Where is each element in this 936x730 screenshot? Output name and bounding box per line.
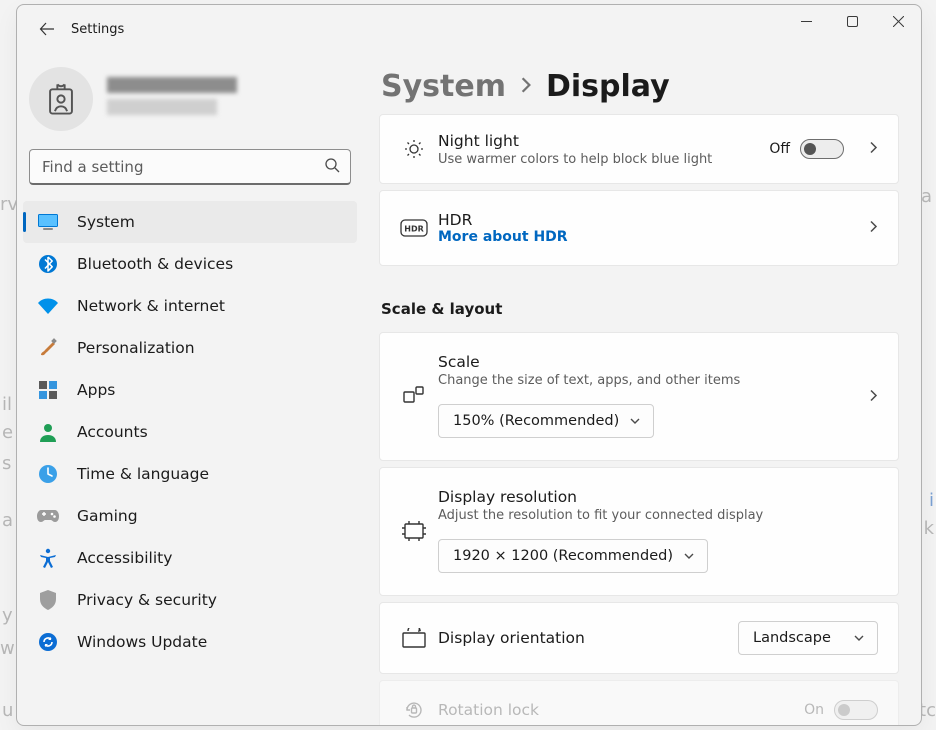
sidebar-item-label: System: [77, 213, 135, 231]
wifi-icon: [37, 295, 59, 317]
scale-icon: [392, 384, 436, 408]
search-icon: [324, 157, 340, 177]
breadcrumb: System Display: [381, 69, 899, 104]
night-light-state: Off: [769, 141, 790, 157]
update-icon: [37, 631, 59, 653]
window-title: Settings: [71, 22, 124, 37]
chevron-right-icon: [869, 219, 878, 238]
apps-icon: [37, 379, 59, 401]
back-button[interactable]: [29, 11, 65, 47]
sidebar-item-personalization[interactable]: Personalization: [23, 327, 357, 369]
orientation-dropdown[interactable]: Landscape: [738, 621, 878, 655]
search-input[interactable]: [42, 158, 324, 176]
avatar: [29, 67, 93, 131]
sidebar-item-bluetooth[interactable]: Bluetooth & devices: [23, 243, 357, 285]
chevron-right-icon: [869, 387, 878, 406]
orientation-value: Landscape: [753, 630, 831, 646]
night-light-icon: [392, 138, 436, 160]
chevron-down-icon: [853, 630, 865, 646]
chevron-down-icon: [629, 413, 641, 429]
search-setting[interactable]: [29, 149, 351, 185]
sidebar-item-label: Network & internet: [77, 297, 225, 315]
scale-dropdown[interactable]: 150% (Recommended): [438, 404, 654, 438]
sidebar-item-network[interactable]: Network & internet: [23, 285, 357, 327]
chevron-right-icon: [869, 140, 878, 159]
hdr-title: HDR: [438, 211, 842, 229]
nav-list: System Bluetooth & devices Network & int…: [17, 201, 363, 725]
sidebar-item-label: Personalization: [77, 339, 195, 357]
gamepad-icon: [37, 505, 59, 527]
badge-icon: [46, 82, 76, 116]
rotation-lock-card: Rotation lock On: [379, 680, 899, 725]
settings-window: Settings: [16, 4, 922, 726]
resolution-icon: [392, 521, 436, 541]
night-light-toggle[interactable]: [800, 139, 844, 159]
window-controls: [783, 5, 921, 37]
sidebar-item-label: Gaming: [77, 507, 138, 525]
breadcrumb-parent[interactable]: System: [381, 69, 506, 104]
night-light-card[interactable]: Night light Use warmer colors to help bl…: [379, 114, 899, 184]
sidebar-item-label: Apps: [77, 381, 115, 399]
rotation-lock-state: On: [804, 702, 824, 718]
sidebar-item-gaming[interactable]: Gaming: [23, 495, 357, 537]
sidebar-item-label: Accessibility: [77, 549, 172, 567]
sidebar: System Bluetooth & devices Network & int…: [17, 53, 363, 725]
bluetooth-icon: [37, 253, 59, 275]
sidebar-item-apps[interactable]: Apps: [23, 369, 357, 411]
scale-sub: Change the size of text, apps, and other…: [438, 373, 842, 388]
hdr-card[interactable]: HDR HDR More about HDR: [379, 190, 899, 266]
sidebar-item-label: Windows Update: [77, 633, 207, 651]
close-button[interactable]: [875, 5, 921, 37]
rotation-lock-title: Rotation lock: [438, 701, 804, 719]
minimize-icon: [801, 16, 812, 27]
scale-value: 150% (Recommended): [453, 413, 619, 429]
sidebar-item-label: Bluetooth & devices: [77, 255, 233, 273]
chevron-down-icon: [683, 548, 695, 564]
section-scale-layout: Scale & layout: [381, 300, 899, 318]
svg-text:HDR: HDR: [404, 225, 424, 234]
hdr-more-link[interactable]: More about HDR: [438, 229, 842, 245]
accessibility-icon: [37, 547, 59, 569]
rotation-lock-icon: [392, 699, 436, 721]
scale-card[interactable]: Scale Change the size of text, apps, and…: [379, 332, 899, 461]
main-panel: System Display Night light Use warmer co…: [363, 53, 921, 725]
rotation-lock-toggle[interactable]: [834, 700, 878, 720]
minimize-button[interactable]: [783, 5, 829, 37]
hdr-icon: HDR: [392, 219, 436, 237]
resolution-sub: Adjust the resolution to fit your connec…: [438, 508, 842, 523]
shield-icon: [37, 589, 59, 611]
sidebar-item-label: Privacy & security: [77, 591, 217, 609]
sidebar-item-system[interactable]: System: [23, 201, 357, 243]
chevron-right-icon: [520, 76, 532, 98]
orientation-card: Display orientation Landscape: [379, 602, 899, 674]
sidebar-item-time[interactable]: Time & language: [23, 453, 357, 495]
sidebar-item-accounts[interactable]: Accounts: [23, 411, 357, 453]
resolution-card: Display resolution Adjust the resolution…: [379, 467, 899, 596]
display-icon: [37, 211, 59, 233]
orientation-title: Display orientation: [438, 629, 738, 647]
clock-globe-icon: [37, 463, 59, 485]
orientation-icon: [392, 628, 436, 648]
maximize-icon: [847, 16, 858, 27]
resolution-value: 1920 × 1200 (Recommended): [453, 548, 673, 564]
sidebar-item-privacy[interactable]: Privacy & security: [23, 579, 357, 621]
resolution-title: Display resolution: [438, 488, 842, 506]
sidebar-item-update[interactable]: Windows Update: [23, 621, 357, 663]
sidebar-item-accessibility[interactable]: Accessibility: [23, 537, 357, 579]
arrow-left-icon: [39, 21, 55, 37]
maximize-button[interactable]: [829, 5, 875, 37]
person-icon: [37, 421, 59, 443]
paintbrush-icon: [37, 337, 59, 359]
resolution-dropdown[interactable]: 1920 × 1200 (Recommended): [438, 539, 708, 573]
breadcrumb-current: Display: [546, 69, 670, 104]
sidebar-item-label: Time & language: [77, 465, 209, 483]
sidebar-item-label: Accounts: [77, 423, 148, 441]
profile-block[interactable]: [17, 61, 363, 149]
close-icon: [893, 16, 904, 27]
titlebar: Settings: [17, 5, 921, 53]
profile-name-redacted: [107, 77, 237, 121]
scale-title: Scale: [438, 353, 842, 371]
